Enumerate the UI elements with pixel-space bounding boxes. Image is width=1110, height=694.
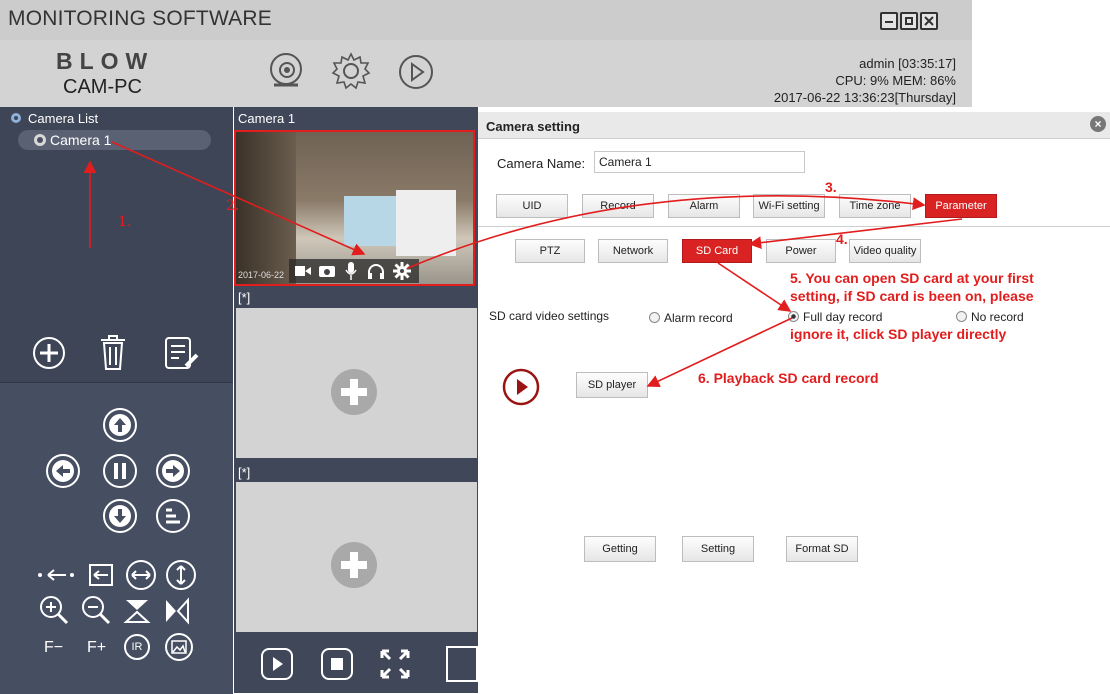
radio-no-record[interactable]: No record — [956, 310, 1024, 324]
annotation-step-5-line-1: 5. You can open SD card at your first — [790, 270, 1034, 286]
radio-label: Full day record — [803, 310, 883, 324]
tab-power[interactable]: Power — [766, 239, 836, 263]
status-datetime: 2017-06-22 13:36:23[Thursday] — [773, 90, 956, 105]
sd-settings-label: SD card video settings — [489, 309, 610, 323]
arrow-up-icon[interactable] — [101, 406, 139, 444]
tab-divider — [478, 226, 1110, 227]
brand-logo: BLOW — [56, 48, 155, 74]
radio-label: No record — [971, 310, 1024, 324]
setting-button[interactable]: Setting — [682, 536, 754, 562]
radio-alarm-record[interactable]: Alarm record — [649, 311, 733, 325]
scene-door — [236, 132, 296, 284]
pause-icon[interactable] — [101, 452, 139, 490]
ir-button[interactable]: IR — [124, 634, 150, 660]
tab-alarm[interactable]: Alarm — [668, 194, 740, 218]
record-video-icon[interactable] — [295, 264, 311, 278]
radio-button[interactable] — [649, 312, 660, 323]
focus-plus-button[interactable]: F+ — [87, 639, 106, 657]
status-cpu-mem: CPU: 9% MEM: 86% — [835, 73, 956, 88]
zoom-out-icon[interactable] — [80, 594, 112, 626]
format-sd-button[interactable]: Format SD — [786, 536, 858, 562]
annotation-step-5-line-3: ignore it, click SD player directly — [790, 326, 1007, 342]
scene-box — [344, 196, 404, 246]
scene-package — [396, 190, 456, 256]
panel-title: Camera setting — [486, 119, 580, 134]
snapshot-icon[interactable] — [319, 263, 335, 278]
radio-label: Alarm record — [664, 311, 733, 325]
trash-icon[interactable] — [98, 334, 128, 372]
zoom-in-icon[interactable] — [38, 594, 70, 626]
camera-name-input[interactable] — [594, 151, 805, 173]
scan-return-icon[interactable] — [86, 560, 116, 590]
arrow-left-icon[interactable] — [44, 452, 82, 490]
annotation-step-1: 1. — [118, 214, 132, 230]
close-button[interactable] — [920, 12, 938, 30]
focus-minus-button[interactable]: F− — [44, 639, 63, 657]
radio-button-selected[interactable] — [788, 311, 799, 322]
stop-icon[interactable] — [320, 647, 354, 681]
camera-item-icon — [34, 134, 46, 146]
annotation-step-6: 6. Playback SD card record — [698, 370, 879, 386]
gear-icon[interactable] — [331, 51, 371, 91]
status-user-time: admin [03:35:17] — [859, 56, 956, 71]
camera-view-title: Camera 1 — [238, 111, 296, 126]
flip-vertical-icon[interactable] — [122, 596, 152, 626]
vertical-scan-icon[interactable] — [164, 558, 198, 592]
fullscreen-icon[interactable] — [378, 647, 412, 681]
camera-timestamp: 2017-06-22 — [238, 270, 285, 280]
camera-settings-gear-icon[interactable] — [393, 262, 411, 280]
view-slot-3-title: [*] — [238, 465, 251, 480]
headphones-icon[interactable] — [367, 263, 385, 279]
tab-network[interactable]: Network — [598, 239, 668, 263]
edit-icon[interactable] — [164, 336, 200, 370]
tab-video-quality[interactable]: Video quality — [849, 239, 921, 263]
add-camera-icon[interactable] — [331, 369, 377, 415]
add-icon[interactable] — [32, 336, 66, 370]
webcam-icon[interactable] — [266, 51, 306, 97]
scan-left-icon[interactable] — [36, 560, 80, 590]
sd-player-button[interactable]: SD player — [576, 372, 648, 398]
camera-list-label: Camera List — [28, 111, 99, 126]
arrow-right-icon[interactable] — [154, 452, 192, 490]
tab-sd-card[interactable]: SD Card — [682, 239, 752, 263]
play-icon[interactable] — [398, 51, 438, 91]
add-camera-icon[interactable] — [331, 542, 377, 588]
app-title: MONITORING SOFTWARE — [8, 7, 272, 30]
getting-button[interactable]: Getting — [584, 536, 656, 562]
sd-play-icon[interactable] — [501, 367, 541, 407]
model-name: CAM-PC — [63, 76, 142, 98]
play-icon[interactable] — [260, 647, 294, 681]
tab-wifi-setting[interactable]: Wi-Fi setting — [753, 194, 825, 218]
annotation-step-3: 3. — [825, 179, 837, 195]
arrow-down-icon[interactable] — [101, 497, 139, 535]
view-slot-2-title: [*] — [238, 290, 251, 305]
flip-horizontal-icon[interactable] — [162, 596, 192, 626]
radio-full-day-record[interactable]: Full day record — [788, 310, 882, 324]
camera-list-icon — [11, 113, 21, 123]
preset-list-icon[interactable] — [154, 497, 192, 535]
annotation-step-4: 4. — [836, 231, 848, 247]
layout-toggle-button[interactable] — [446, 646, 478, 682]
radio-button[interactable] — [956, 311, 967, 322]
tab-time-zone[interactable]: Time zone — [839, 194, 911, 218]
microphone-icon[interactable] — [345, 262, 357, 280]
panel-close-icon[interactable]: × — [1090, 116, 1106, 132]
camera-item-label: Camera 1 — [50, 132, 112, 148]
minimize-button[interactable] — [880, 12, 898, 30]
annotation-step-2: 2. — [226, 198, 240, 214]
tab-record[interactable]: Record — [582, 194, 654, 218]
tab-parameter[interactable]: Parameter — [925, 194, 997, 218]
tab-uid[interactable]: UID — [496, 194, 568, 218]
camera-view-toolbar — [289, 259, 419, 283]
camera-name-label: Camera Name: — [497, 156, 586, 171]
image-settings-icon[interactable] — [164, 632, 194, 662]
horizontal-scan-icon[interactable] — [124, 558, 158, 592]
maximize-button[interactable] — [900, 12, 918, 30]
annotation-step-5-line-2: setting, if SD card is been on, please — [790, 288, 1034, 304]
tab-ptz[interactable]: PTZ — [515, 239, 585, 263]
